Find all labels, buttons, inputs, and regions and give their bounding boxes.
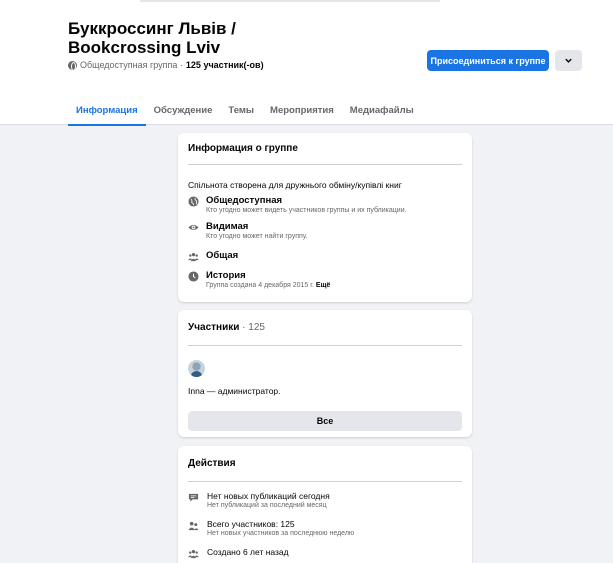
divider bbox=[188, 481, 462, 482]
about-description: Спільнота створена для дружнього обміну/… bbox=[188, 180, 402, 190]
see-more-link[interactable]: Ещё bbox=[316, 282, 330, 289]
people-icon bbox=[188, 521, 199, 531]
globe-icon bbox=[188, 196, 199, 207]
activity-main: Всего участников: 125 bbox=[207, 519, 295, 529]
join-group-button[interactable]: Присоединиться к группе bbox=[427, 50, 549, 71]
about-item-visible: Видимая Кто угодно может найти группу. bbox=[188, 221, 308, 242]
activity-card: Действия Нет новых публикаций сегодня Не… bbox=[178, 446, 472, 563]
activity-item: Создано 6 лет назад bbox=[188, 547, 289, 559]
about-item-public: Общедоступная Кто угодно может видеть уч… bbox=[188, 195, 407, 216]
chat-icon bbox=[188, 493, 199, 502]
activity-main: Нет новых публикаций сегодня bbox=[207, 491, 330, 501]
item-sub: Кто угодно может видеть участников групп… bbox=[206, 207, 407, 214]
divider bbox=[188, 345, 462, 346]
see-all-members-button[interactable]: Все bbox=[188, 411, 462, 431]
item-title: Видимая bbox=[206, 221, 249, 232]
activity-sub: Нет публикаций за последний месяц bbox=[207, 502, 327, 509]
members-label: Участники bbox=[188, 322, 240, 333]
tab-topics[interactable]: Темы bbox=[220, 96, 262, 125]
group-tabs: Информация Обсуждение Темы Мероприятия М… bbox=[68, 96, 422, 126]
about-item-history: История Группа создана 4 декабря 2015 г.… bbox=[188, 270, 330, 291]
group-title[interactable]: Буккроссинг Львів / Bookcrossing Lviv bbox=[68, 19, 328, 57]
chevron-down-icon bbox=[565, 58, 572, 63]
about-title: Информация о группе bbox=[188, 143, 298, 154]
activity-title: Действия bbox=[188, 458, 236, 469]
people-group-icon bbox=[188, 550, 199, 559]
admin-text: Inna — администратор. bbox=[188, 386, 281, 396]
item-title: Общедоступная bbox=[206, 195, 283, 206]
members-count: · 125 bbox=[242, 322, 265, 333]
divider bbox=[188, 164, 462, 165]
about-card: Информация о группе Спільнота створена д… bbox=[178, 133, 472, 302]
eye-icon bbox=[188, 224, 199, 231]
clock-icon bbox=[188, 271, 199, 282]
activity-sub: Нет новых участников за последнюю неделю bbox=[207, 530, 355, 537]
members-card: Участники · 125 Inna — администратор. Вс… bbox=[178, 310, 472, 437]
group-member-count[interactable]: 125 участник(-ов) bbox=[186, 60, 264, 70]
group-meta: Общедоступная группа · 125 участник(-ов) bbox=[68, 60, 264, 71]
group-privacy: Общедоступная группа · bbox=[80, 60, 183, 70]
activity-item: Всего участников: 125 Нет новых участник… bbox=[188, 519, 354, 539]
tab-media[interactable]: Медиафайлы bbox=[342, 96, 422, 125]
activity-main: Создано 6 лет назад bbox=[207, 547, 289, 557]
item-title: Общая bbox=[206, 250, 239, 261]
item-title: История bbox=[206, 270, 246, 281]
more-options-button[interactable] bbox=[555, 50, 582, 71]
tab-events[interactable]: Мероприятия bbox=[262, 96, 342, 125]
people-icon bbox=[188, 253, 199, 262]
group-header: Буккроссинг Львів / Bookcrossing Lviv Об… bbox=[0, 0, 613, 126]
members-title: Участники · 125 bbox=[188, 322, 265, 333]
globe-icon bbox=[68, 60, 77, 71]
activity-item: Нет новых публикаций сегодня Нет публика… bbox=[188, 491, 330, 511]
avatar[interactable] bbox=[188, 360, 205, 377]
item-sub: Кто угодно может найти группу. bbox=[206, 233, 308, 240]
tab-discussion[interactable]: Обсуждение bbox=[146, 96, 221, 125]
about-item-general: Общая bbox=[188, 250, 238, 262]
cover-edge bbox=[140, 0, 440, 2]
item-sub: Группа создана 4 декабря 2015 г. bbox=[206, 282, 314, 289]
tab-info[interactable]: Информация bbox=[68, 96, 146, 126]
